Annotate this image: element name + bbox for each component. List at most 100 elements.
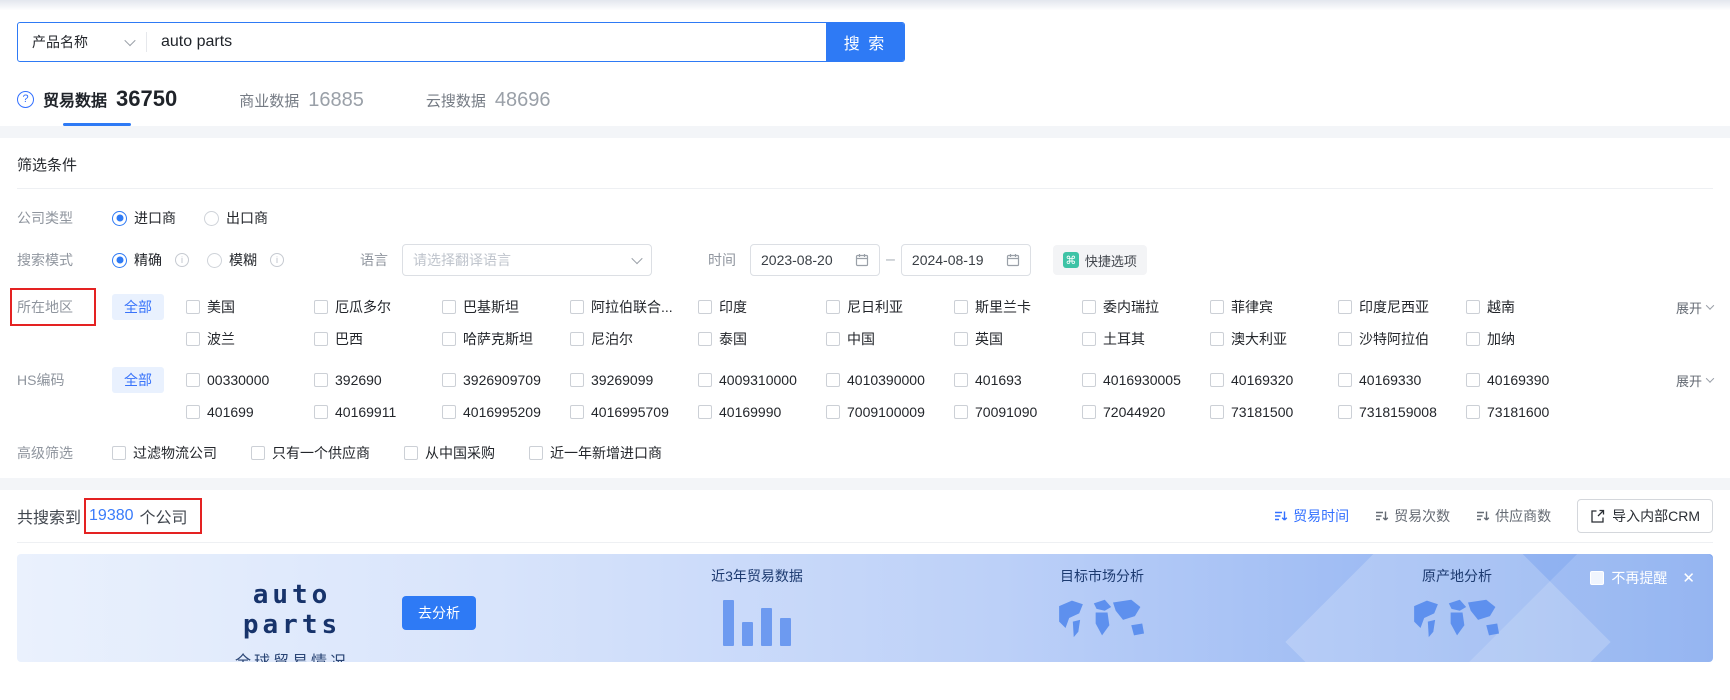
checkbox[interactable] bbox=[1082, 300, 1096, 314]
checkbox[interactable] bbox=[954, 300, 968, 314]
checkbox[interactable] bbox=[1210, 300, 1224, 314]
hs-checkbox-item[interactable]: 7318159008 bbox=[1338, 404, 1466, 420]
region-expand-button[interactable]: 展开 bbox=[1676, 298, 1715, 317]
checkbox[interactable] bbox=[698, 405, 712, 419]
region-checkbox-item[interactable]: 阿拉伯联合... bbox=[570, 297, 698, 317]
hs-checkbox-item[interactable]: 4016930005 bbox=[1082, 372, 1210, 388]
checkbox[interactable] bbox=[1338, 373, 1352, 387]
region-checkbox-item[interactable]: 美国 bbox=[186, 297, 314, 317]
hs-checkbox-item[interactable]: 70091090 bbox=[954, 404, 1082, 420]
checkbox[interactable] bbox=[529, 446, 543, 460]
radio-exporter[interactable]: 出口商 bbox=[204, 208, 268, 228]
checkbox[interactable] bbox=[1466, 300, 1480, 314]
region-checkbox-item[interactable]: 尼泊尔 bbox=[570, 329, 698, 349]
checkbox[interactable] bbox=[112, 446, 126, 460]
region-checkbox-item[interactable]: 澳大利亚 bbox=[1210, 329, 1338, 349]
info-icon[interactable] bbox=[270, 253, 284, 267]
checkbox[interactable] bbox=[251, 446, 265, 460]
checkbox[interactable] bbox=[826, 300, 840, 314]
hs-checkbox-item[interactable]: 4010390000 bbox=[826, 372, 954, 388]
hs-checkbox-item[interactable]: 40169390 bbox=[1466, 372, 1594, 388]
hs-expand-button[interactable]: 展开 bbox=[1676, 371, 1715, 390]
radio-fuzzy[interactable]: 模糊 bbox=[207, 250, 257, 270]
checkbox[interactable] bbox=[1338, 332, 1352, 346]
checkbox[interactable] bbox=[954, 405, 968, 419]
checkbox[interactable] bbox=[1082, 405, 1096, 419]
tab-business-data[interactable]: 商业数据 16885 bbox=[239, 89, 364, 126]
hs-checkbox-item[interactable]: 40169911 bbox=[314, 404, 442, 420]
hs-checkbox-item[interactable]: 392690 bbox=[314, 372, 442, 388]
tab-trade-data[interactable]: 贸易数据 36750 bbox=[17, 86, 177, 126]
search-button[interactable]: 搜 索 bbox=[826, 23, 904, 61]
search-input[interactable] bbox=[147, 23, 826, 61]
checkbox[interactable] bbox=[570, 373, 584, 387]
hs-checkbox-item[interactable]: 40169990 bbox=[698, 404, 826, 420]
hs-checkbox-item[interactable]: 72044920 bbox=[1082, 404, 1210, 420]
checkbox[interactable] bbox=[314, 405, 328, 419]
checkbox[interactable] bbox=[1466, 373, 1480, 387]
import-crm-button[interactable]: 导入内部CRM bbox=[1577, 499, 1713, 533]
question-circle-icon[interactable] bbox=[17, 90, 34, 108]
checkbox[interactable] bbox=[1210, 332, 1224, 346]
hs-all-button[interactable]: 全部 bbox=[112, 367, 164, 393]
checkbox[interactable] bbox=[442, 405, 456, 419]
hs-checkbox-item[interactable]: 73181500 bbox=[1210, 404, 1338, 420]
hs-checkbox-item[interactable]: 00330000 bbox=[186, 372, 314, 388]
search-category-select[interactable]: 产品名称 bbox=[18, 23, 146, 61]
region-checkbox-item[interactable]: 尼日利亚 bbox=[826, 297, 954, 317]
checkbox[interactable] bbox=[1338, 300, 1352, 314]
sort-supplier-count[interactable]: 供应商数 bbox=[1476, 506, 1551, 526]
advanced-checkbox-item[interactable]: 只有一个供应商 bbox=[251, 443, 370, 463]
checkbox[interactable] bbox=[314, 332, 328, 346]
checkbox[interactable] bbox=[698, 332, 712, 346]
region-checkbox-item[interactable]: 加纳 bbox=[1466, 329, 1594, 349]
region-checkbox-item[interactable]: 印度 bbox=[698, 297, 826, 317]
checkbox[interactable] bbox=[698, 373, 712, 387]
region-checkbox-item[interactable]: 中国 bbox=[826, 329, 954, 349]
region-checkbox-item[interactable]: 泰国 bbox=[698, 329, 826, 349]
region-checkbox-item[interactable]: 英国 bbox=[954, 329, 1082, 349]
checkbox[interactable] bbox=[404, 446, 418, 460]
hs-checkbox-item[interactable]: 4016995709 bbox=[570, 404, 698, 420]
region-checkbox-item[interactable]: 巴西 bbox=[314, 329, 442, 349]
sort-trade-time[interactable]: 贸易时间 bbox=[1274, 506, 1349, 526]
checkbox[interactable] bbox=[314, 300, 328, 314]
hs-checkbox-item[interactable]: 4016995209 bbox=[442, 404, 570, 420]
quick-options-button[interactable]: 快捷选项 bbox=[1052, 245, 1147, 275]
checkbox[interactable] bbox=[826, 373, 840, 387]
end-date-picker[interactable]: 2024-08-19 bbox=[900, 244, 1031, 276]
checkbox[interactable] bbox=[1466, 332, 1480, 346]
region-checkbox-item[interactable]: 厄瓜多尔 bbox=[314, 297, 442, 317]
hs-checkbox-item[interactable]: 40169330 bbox=[1338, 372, 1466, 388]
advanced-checkbox-item[interactable]: 近一年新增进口商 bbox=[529, 443, 662, 463]
hs-checkbox-item[interactable]: 7009100009 bbox=[826, 404, 954, 420]
checkbox[interactable] bbox=[442, 300, 456, 314]
hs-checkbox-item[interactable]: 401693 bbox=[954, 372, 1082, 388]
sort-trade-count[interactable]: 贸易次数 bbox=[1375, 506, 1450, 526]
checkbox[interactable] bbox=[954, 373, 968, 387]
checkbox[interactable] bbox=[186, 300, 200, 314]
dismiss-checkbox[interactable] bbox=[1590, 571, 1605, 585]
checkbox[interactable] bbox=[1082, 373, 1096, 387]
hs-checkbox-item[interactable]: 40169320 bbox=[1210, 372, 1338, 388]
tab-cloud-data[interactable]: 云搜数据 48696 bbox=[426, 89, 551, 126]
advanced-checkbox-item[interactable]: 从中国采购 bbox=[404, 443, 495, 463]
language-select[interactable]: 请选择翻译语言 bbox=[402, 244, 652, 276]
region-checkbox-item[interactable]: 菲律宾 bbox=[1210, 297, 1338, 317]
checkbox[interactable] bbox=[570, 405, 584, 419]
advanced-checkbox-item[interactable]: 过滤物流公司 bbox=[112, 443, 217, 463]
checkbox[interactable] bbox=[1466, 405, 1480, 419]
checkbox[interactable] bbox=[826, 332, 840, 346]
checkbox[interactable] bbox=[1082, 332, 1096, 346]
analyze-button[interactable]: 去分析 bbox=[402, 596, 476, 630]
region-checkbox-item[interactable]: 委内瑞拉 bbox=[1082, 297, 1210, 317]
checkbox[interactable] bbox=[698, 300, 712, 314]
checkbox[interactable] bbox=[186, 332, 200, 346]
hs-checkbox-item[interactable]: 39269099 bbox=[570, 372, 698, 388]
checkbox[interactable] bbox=[186, 373, 200, 387]
radio-exact[interactable]: 精确 bbox=[112, 250, 162, 270]
hs-checkbox-item[interactable]: 401699 bbox=[186, 404, 314, 420]
radio-importer[interactable]: 进口商 bbox=[112, 208, 176, 228]
checkbox[interactable] bbox=[186, 405, 200, 419]
hs-checkbox-item[interactable]: 3926909709 bbox=[442, 372, 570, 388]
